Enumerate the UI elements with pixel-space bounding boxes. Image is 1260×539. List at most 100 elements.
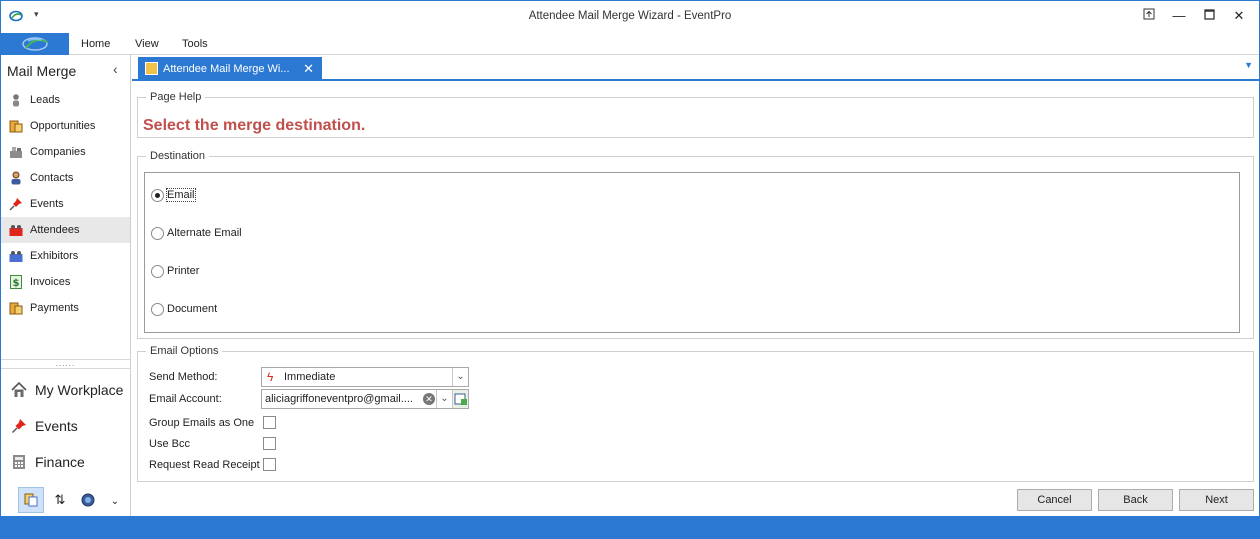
nav-splitter[interactable]: ...... — [1, 359, 130, 369]
email-account-select[interactable]: aliciagriffoneventpro@gmail.... ✕ ⌄ — [261, 389, 469, 409]
email-account-label: Email Account: — [149, 393, 222, 405]
companies-icon — [10, 147, 22, 158]
title-bar: ▾ Attendee Mail Merge Wizard - EventPro … — [1, 1, 1259, 33]
next-button[interactable]: Next — [1179, 489, 1254, 511]
use-bcc-checkbox[interactable] — [263, 437, 276, 450]
nav-item-label: Attendees — [30, 224, 80, 236]
tab-home[interactable]: Home — [81, 38, 110, 50]
globe-shortcut-button[interactable] — [75, 487, 101, 513]
wizard-content: Page Help Select the merge destination. … — [132, 83, 1259, 516]
nav-item-label: Contacts — [30, 172, 74, 184]
nav-group-label: Finance — [35, 454, 85, 470]
chevron-down-icon[interactable]: ⌄ — [452, 368, 468, 386]
destination-legend: Destination — [150, 150, 206, 162]
nav-group-my-workplace[interactable]: My Workplace — [1, 373, 130, 407]
nav-item-label: Exhibitors — [30, 250, 79, 262]
nav-group-label: Events — [35, 418, 78, 434]
file-menu-button[interactable] — [1, 33, 69, 55]
calculator-icon — [13, 455, 25, 469]
email-options-legend: Email Options — [150, 345, 219, 357]
nav-item-events[interactable]: Events — [1, 191, 130, 217]
nav-group-label: My Workplace — [35, 382, 124, 398]
nav-item-invoices[interactable]: $ Invoices — [1, 269, 130, 295]
radio-button[interactable] — [151, 189, 164, 202]
house-icon — [11, 382, 27, 397]
close-window-button[interactable]: ✕ — [1224, 5, 1254, 27]
nav-item-label: Opportunities — [30, 120, 96, 132]
group-emails-label: Group Emails as One — [149, 417, 255, 429]
eventpro-logo-icon — [22, 37, 48, 51]
radio-label[interactable]: Printer — [167, 265, 199, 277]
globe-icon — [81, 493, 95, 507]
more-shortcuts-button[interactable]: ⌄ — [102, 487, 128, 513]
group-emails-checkbox[interactable] — [263, 416, 276, 429]
wizard-icon — [145, 62, 158, 75]
radio-label[interactable]: Alternate Email — [167, 227, 242, 239]
page-help-text: Select the merge destination. — [143, 117, 366, 134]
app-window: ▾ Attendee Mail Merge Wizard - EventPro … — [0, 0, 1260, 539]
collapse-nav-icon[interactable]: ‹ — [113, 61, 118, 77]
chevron-down-icon: ⌄ — [110, 496, 120, 507]
tab-view[interactable]: View — [135, 38, 159, 50]
nav-item-contacts[interactable]: Contacts — [1, 165, 130, 191]
minimize-button[interactable]: — — [1164, 5, 1194, 27]
nav-item-opportunities[interactable]: Opportunities — [1, 113, 130, 139]
navigation-pane: Mail Merge ‹ Leads Opportunities Compani… — [1, 55, 131, 516]
radio-button[interactable] — [151, 265, 164, 278]
nav-item-label: Invoices — [30, 276, 71, 288]
lightning-icon: ϟ — [267, 370, 274, 384]
restore-ribbon-button[interactable] — [1134, 5, 1164, 27]
use-bcc-label: Use Bcc — [149, 438, 190, 450]
nav-item-label: Companies — [30, 146, 86, 158]
radio-button[interactable] — [151, 227, 164, 240]
status-bar — [1, 516, 1259, 538]
maximize-icon — [1203, 9, 1215, 20]
nav-group-events[interactable]: Events — [1, 409, 130, 443]
radio-label[interactable]: Email — [166, 188, 196, 202]
radio-label[interactable]: Document — [167, 303, 217, 315]
payments-icon — [9, 302, 23, 315]
radio-button[interactable] — [151, 303, 164, 316]
mail-merge-shortcut-button[interactable] — [18, 487, 44, 513]
nav-item-companies[interactable]: Companies — [1, 139, 130, 165]
svg-text:$: $ — [13, 278, 20, 289]
close-icon: ✕ — [1233, 8, 1245, 23]
send-method-select[interactable]: ϟ Immediate ⌄ — [261, 367, 469, 387]
clear-icon[interactable]: ✕ — [423, 393, 435, 405]
read-receipt-checkbox[interactable] — [263, 458, 276, 471]
tab-list-dropdown-icon[interactable]: ▼ — [1244, 60, 1253, 70]
close-tab-icon[interactable]: ✕ — [303, 61, 314, 77]
window-title: Attendee Mail Merge Wizard - EventPro — [528, 10, 732, 22]
nav-item-exhibitors[interactable]: Exhibitors — [1, 243, 130, 269]
back-button[interactable]: Back — [1098, 489, 1173, 511]
tab-attendee-mail-merge[interactable]: Attendee Mail Merge Wi... ✕ — [138, 57, 322, 81]
nav-item-attendees[interactable]: Attendees — [1, 217, 130, 243]
nav-item-label: Events — [30, 198, 64, 210]
nav-item-label: Payments — [30, 302, 79, 314]
minimize-icon: — — [1172, 8, 1186, 23]
cancel-button[interactable]: Cancel — [1017, 489, 1092, 511]
send-method-label: Send Method: — [149, 371, 218, 383]
sort-shortcut-button[interactable]: ⇅ — [47, 487, 73, 513]
edit-account-button[interactable] — [452, 390, 468, 408]
read-receipt-label: Request Read Receipt — [149, 459, 260, 471]
nav-group-finance[interactable]: Finance — [1, 445, 130, 479]
documents-icon — [24, 493, 38, 507]
attendees-icon — [9, 225, 23, 236]
person-icon — [13, 94, 19, 107]
contact-icon — [11, 171, 21, 185]
page-help-legend: Page Help — [150, 91, 202, 103]
tab-tools[interactable]: Tools — [182, 38, 208, 50]
opportunities-icon — [9, 120, 23, 133]
nav-item-payments[interactable]: Payments — [1, 295, 130, 321]
invoice-icon: $ — [10, 275, 22, 289]
pushpin-icon — [9, 198, 22, 211]
pin-ribbon-icon — [1143, 8, 1155, 20]
email-account-value: aliciagriffoneventpro@gmail.... — [265, 393, 413, 405]
nav-item-leads[interactable]: Leads — [1, 87, 130, 113]
edit-list-icon — [454, 393, 467, 405]
document-tab-strip: Attendee Mail Merge Wi... ✕ ▼ — [132, 55, 1259, 81]
maximize-button[interactable] — [1194, 5, 1224, 27]
nav-header: Mail Merge — [7, 63, 77, 79]
chevron-down-icon[interactable]: ⌄ — [436, 390, 452, 408]
